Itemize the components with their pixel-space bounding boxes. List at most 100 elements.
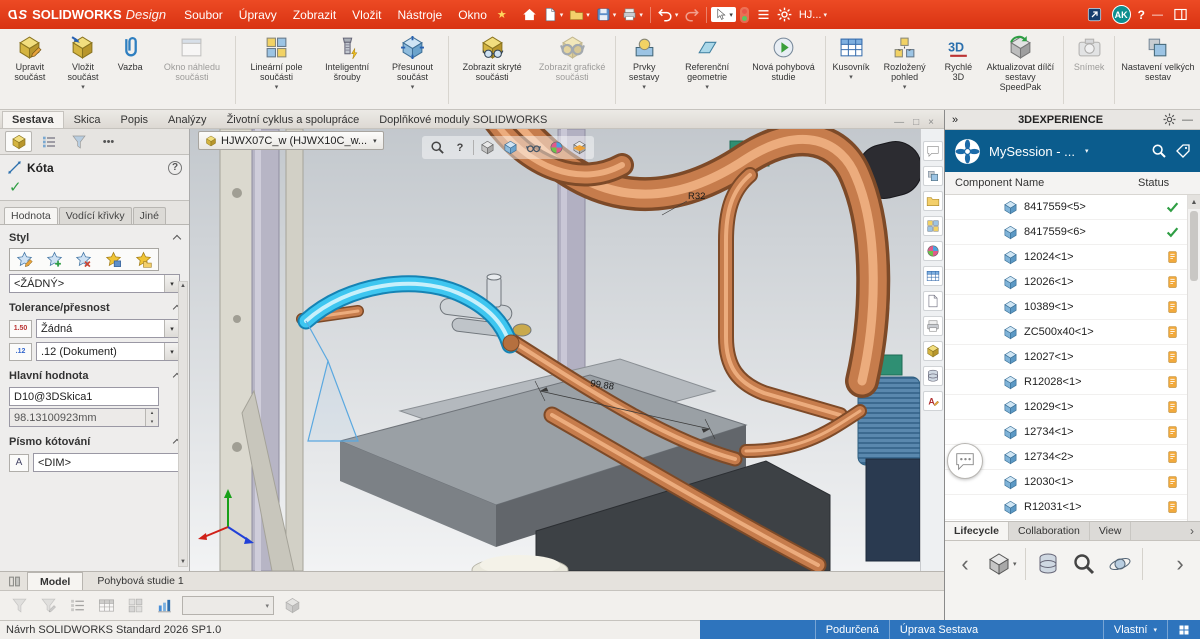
print-icon[interactable]: ▾ bbox=[620, 4, 645, 26]
help-icon[interactable]: ? bbox=[1138, 8, 1145, 22]
component-row[interactable]: 12734<2> bbox=[945, 445, 1200, 470]
ribbon-aktualizovat-speedpak-button[interactable]: Aktualizovat dílčí sestavy SpeedPak bbox=[980, 32, 1060, 108]
component-row[interactable]: 8417559<5> bbox=[945, 195, 1200, 220]
menu-upravy[interactable]: Úpravy bbox=[231, 0, 285, 29]
file-explorer-icon[interactable] bbox=[923, 191, 943, 211]
statistics-chart-icon[interactable] bbox=[153, 595, 175, 617]
pane-splitter-icons[interactable] bbox=[4, 572, 25, 590]
tolerance-section-header[interactable]: Tolerance/přesnost bbox=[0, 295, 189, 317]
tab-hodnota[interactable]: Hodnota bbox=[4, 207, 58, 224]
component-row[interactable]: 12030<1> bbox=[945, 470, 1200, 495]
tab-collaboration[interactable]: Collaboration bbox=[1009, 522, 1090, 540]
ribbon-prvky-sestavy-button[interactable]: Prvky sestavy▾ bbox=[619, 32, 670, 108]
tab-jine[interactable]: Jiné bbox=[133, 207, 166, 224]
custom-properties-icon[interactable] bbox=[923, 266, 943, 286]
back-arrow-icon[interactable]: ‹ bbox=[951, 546, 979, 582]
ribbon-referencni-geometrie-button[interactable]: Referenční geometrie▾ bbox=[669, 32, 744, 108]
zoom-fit-icon[interactable] bbox=[427, 138, 447, 157]
column-component-name[interactable]: Component Name bbox=[955, 177, 1138, 189]
appearances-icon[interactable] bbox=[923, 241, 943, 261]
component-row[interactable]: ZC500x40<1> bbox=[945, 320, 1200, 345]
scrollbar-thumb[interactable] bbox=[1190, 211, 1198, 281]
display-pane-icon[interactable] bbox=[1167, 620, 1200, 639]
toolbox-icon[interactable] bbox=[923, 341, 943, 361]
rebuild-indicator-icon[interactable] bbox=[740, 7, 749, 23]
annotations-icon[interactable]: A bbox=[923, 391, 943, 411]
configuration-selector[interactable]: Vlastní▾ bbox=[1103, 620, 1167, 639]
redo-icon[interactable] bbox=[682, 4, 701, 26]
scroll-up-icon[interactable]: ▲ bbox=[180, 283, 186, 289]
options-list-icon[interactable] bbox=[754, 4, 773, 26]
select-tool-button[interactable]: ▾ bbox=[711, 7, 736, 22]
child-close-icon[interactable]: × bbox=[928, 117, 934, 128]
filter-list-icon[interactable] bbox=[66, 595, 88, 617]
scroll-up-icon[interactable]: ▲ bbox=[1188, 195, 1200, 209]
tab-sestava[interactable]: Sestava bbox=[2, 111, 64, 128]
forward-arrow-icon[interactable]: › bbox=[1166, 546, 1194, 582]
search-icon[interactable] bbox=[1151, 143, 1167, 159]
component-row[interactable]: 12029<1> bbox=[945, 395, 1200, 420]
component-row[interactable]: R12028<1> bbox=[945, 370, 1200, 395]
style-save-icon[interactable] bbox=[99, 249, 129, 270]
more-tabs-button[interactable]: ••• bbox=[95, 131, 122, 152]
tab-doplnkove-moduly[interactable]: Doplňkové moduly SOLIDWORKS bbox=[369, 111, 557, 128]
open-document-icon[interactable]: ▾ bbox=[567, 4, 592, 26]
ribbon-rozlozeny-pohled-button[interactable]: Rozložený pohled▾ bbox=[873, 32, 936, 108]
undo-icon[interactable]: ▾ bbox=[656, 4, 681, 26]
tab-pohybova-studie[interactable]: Pohybová studie 1 bbox=[85, 572, 195, 590]
component-row[interactable]: 12734<1> bbox=[945, 420, 1200, 445]
document-tab[interactable]: HJWX07C_w (HJWX10C_w... ▾ bbox=[198, 131, 384, 150]
filter-cube-icon[interactable] bbox=[281, 595, 303, 617]
component-list-scrollbar[interactable]: ▲ bbox=[1187, 195, 1200, 521]
print3d-icon[interactable] bbox=[923, 316, 943, 336]
session-selector[interactable]: MySession - ... bbox=[989, 144, 1075, 159]
ribbon-rychle-3d-button[interactable]: Rychlé 3D bbox=[936, 32, 980, 108]
menu-zobrazit[interactable]: Zobrazit bbox=[285, 0, 344, 29]
tab-view[interactable]: View bbox=[1090, 522, 1132, 540]
precision-dropdown[interactable]: .12 (Dokument)▾ bbox=[36, 342, 180, 361]
dimension-name-input[interactable]: D10@3DSkica1 bbox=[9, 387, 159, 406]
design-library-icon[interactable] bbox=[923, 166, 943, 186]
style-section-header[interactable]: Styl bbox=[0, 225, 189, 247]
settings-gear-icon[interactable] bbox=[775, 4, 794, 26]
dimension-font-section-header[interactable]: Písmo kótování bbox=[0, 429, 189, 451]
graphics-viewport[interactable]: 99.88 R32 HJWX07C_w (HJWX10C_w... ▾ ? bbox=[190, 129, 920, 571]
home-icon[interactable] bbox=[520, 4, 539, 26]
collapse-panel-icon[interactable]: » bbox=[952, 114, 958, 126]
style-load-icon[interactable] bbox=[128, 249, 158, 270]
view-orientation-icon[interactable] bbox=[477, 138, 497, 157]
ribbon-nova-pohybova-studie-button[interactable]: Nová pohybová studie bbox=[745, 32, 822, 108]
scroll-down-icon[interactable]: ▼ bbox=[180, 559, 186, 565]
feature-tree-tab[interactable] bbox=[35, 131, 62, 152]
3d-model-scene[interactable]: 99.88 R32 bbox=[190, 129, 920, 571]
assistant-bubble-button[interactable] bbox=[947, 443, 983, 479]
tabs-overflow-icon[interactable]: › bbox=[1184, 522, 1200, 540]
filter-table-icon[interactable] bbox=[95, 595, 117, 617]
edit-appearance-icon[interactable] bbox=[546, 138, 566, 157]
ribbon-vlozit-soucast-button[interactable]: Vložit součást▾ bbox=[58, 32, 109, 108]
child-restore-icon[interactable]: □ bbox=[913, 117, 919, 128]
style-dropdown[interactable]: <ŽÁDNÝ>▾ bbox=[9, 274, 180, 293]
style-delete-icon[interactable] bbox=[69, 249, 99, 270]
dimension-value-input[interactable]: 98.13100923mm▴▾ bbox=[9, 408, 159, 427]
column-status[interactable]: Status bbox=[1138, 177, 1200, 189]
component-row[interactable]: 12026<1> bbox=[945, 270, 1200, 295]
tab-lifecycle[interactable]: Lifecycle bbox=[945, 522, 1009, 540]
view-palette-icon[interactable] bbox=[923, 216, 943, 236]
ribbon-inteligentni-srouby-button[interactable]: Inteligentní šrouby bbox=[315, 32, 380, 108]
hide-show-items-icon[interactable] bbox=[523, 138, 543, 157]
component-row[interactable]: 10389<1> bbox=[945, 295, 1200, 320]
spin-up-icon[interactable]: ▴ bbox=[146, 409, 158, 418]
panel-settings-gear-icon[interactable] bbox=[1163, 113, 1176, 126]
tab-zivotni-cyklus[interactable]: Životní cyklus a spolupráce bbox=[217, 111, 370, 128]
tab-skica[interactable]: Skica bbox=[64, 111, 111, 128]
property-help-icon[interactable]: ? bbox=[168, 161, 182, 175]
3dexperience-launcher-icon[interactable] bbox=[1085, 4, 1104, 26]
orbit-view-button[interactable] bbox=[1106, 546, 1134, 582]
database-button[interactable] bbox=[1034, 546, 1062, 582]
3ds-compass-icon[interactable] bbox=[954, 138, 981, 165]
tab-model[interactable]: Model bbox=[27, 572, 83, 590]
child-minimize-icon[interactable]: — bbox=[894, 117, 904, 128]
minimize-window-icon[interactable]: — bbox=[1152, 9, 1163, 21]
zoom-help-icon[interactable]: ? bbox=[450, 138, 470, 157]
